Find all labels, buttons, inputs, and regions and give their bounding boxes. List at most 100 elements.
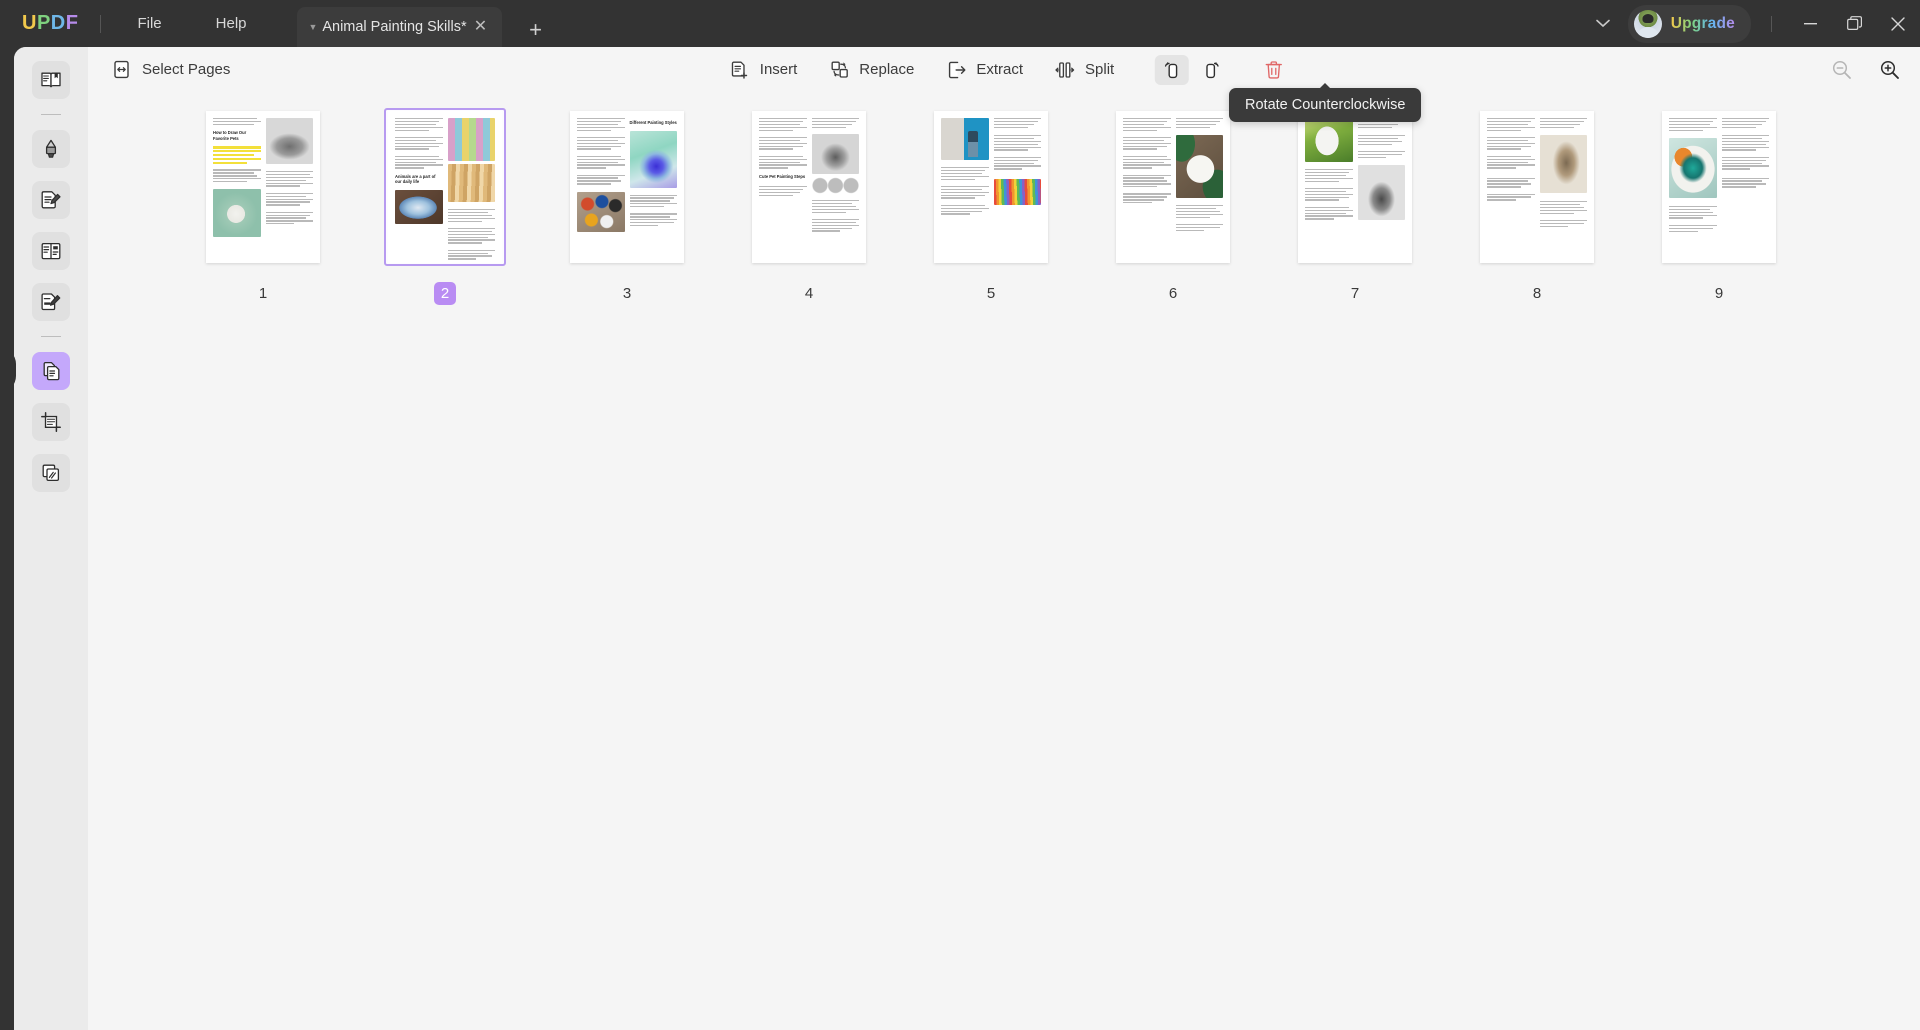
page-preview <box>1662 111 1776 263</box>
delete-pages-button[interactable] <box>1257 55 1291 85</box>
logo-divider <box>100 14 102 33</box>
sidebar-item-organize-pages[interactable] <box>32 352 70 390</box>
page-image <box>941 118 989 160</box>
page-heading: Animals are a part of our daily life <box>395 173 436 185</box>
extract-button[interactable]: Extract <box>933 53 1036 87</box>
page-thumbnail-cell[interactable]: 5 <box>900 108 1082 305</box>
left-tool-rail <box>14 47 88 1030</box>
page-thumbnail-frame[interactable]: Animals are a part of our daily life <box>384 108 506 266</box>
page-image <box>629 130 677 188</box>
sidebar-item-annotate-highlight[interactable] <box>32 130 70 168</box>
page-image <box>1539 134 1587 193</box>
rotate-clockwise-button[interactable] <box>1195 55 1229 85</box>
page-thumbnail-frame[interactable]: How to Draw Our Favorite Pets <box>202 108 324 266</box>
page-number: 9 <box>1714 285 1724 302</box>
more-options-chevron-icon[interactable] <box>1582 11 1624 36</box>
page-thumbnail-frame[interactable] <box>1476 108 1598 266</box>
page-image <box>1669 137 1717 198</box>
menu-file[interactable]: File <box>123 9 175 38</box>
magnifier-plus-icon <box>1879 59 1900 80</box>
organize-pages-icon <box>40 360 62 382</box>
sign-document-icon <box>40 291 62 313</box>
page-thumbnail-cell[interactable]: How to Draw Our Favorite Pets 1 <box>172 108 354 305</box>
page-number: 1 <box>258 285 268 302</box>
logo-letter-d: D <box>50 12 66 34</box>
page-number: 4 <box>804 285 814 302</box>
page-preview <box>1116 111 1230 263</box>
page-preview <box>934 111 1048 263</box>
page-number: 2 <box>433 282 457 305</box>
page-thumbnail-cell[interactable]: 9 <box>1628 108 1810 305</box>
insert-label: Insert <box>759 61 798 78</box>
rail-collapse-notch[interactable] <box>14 348 16 392</box>
crop-icon <box>40 411 62 433</box>
rail-divider-1 <box>41 114 61 115</box>
toolbar-left-group: Select Pages <box>102 54 240 85</box>
sidebar-item-batch-process[interactable] <box>32 454 70 492</box>
close-window-button[interactable] <box>1876 1 1920 47</box>
page-preview <box>1298 111 1412 263</box>
rail-divider-2 <box>41 336 61 337</box>
page-thumbnail-cell[interactable]: Different Painting Styles 3 <box>536 108 718 305</box>
chevron-down-icon[interactable]: ▼ <box>309 22 318 32</box>
pages-canvas[interactable]: How to Draw Our Favorite Pets 1 Animals … <box>88 92 1920 1030</box>
page-thumbnail-grid: How to Draw Our Favorite Pets 1 Animals … <box>172 108 1908 323</box>
page-thumbnail-cell[interactable]: 6 <box>1082 108 1264 305</box>
stacked-pages-icon <box>40 462 62 484</box>
page-number: 3 <box>622 285 632 302</box>
split-page-icon <box>1055 60 1075 80</box>
page-thumbnail-cell[interactable]: 7 <box>1264 108 1446 305</box>
select-pages-button[interactable]: Select Pages <box>102 54 240 85</box>
sidebar-item-reader[interactable] <box>32 61 70 99</box>
page-thumbnail-cell[interactable]: 8 <box>1446 108 1628 305</box>
maximize-button[interactable] <box>1832 1 1876 47</box>
page-preview: How to Draw Our Favorite Pets <box>206 111 320 263</box>
avatar <box>1633 9 1662 38</box>
page-image <box>213 189 261 238</box>
page-thumbnail-frame[interactable] <box>1112 108 1234 266</box>
page-number: 5 <box>986 285 996 302</box>
page-thumbnail-frame[interactable] <box>930 108 1052 266</box>
rotate-counterclockwise-button[interactable] <box>1155 54 1190 85</box>
sidebar-item-crop-pages[interactable] <box>32 403 70 441</box>
page-image <box>811 133 859 174</box>
page-thumbnail-frame[interactable] <box>1658 108 1780 266</box>
edit-document-icon <box>40 189 62 211</box>
page-image <box>811 176 859 194</box>
trash-icon <box>1264 60 1284 80</box>
zoom-out-button[interactable] <box>1824 55 1858 85</box>
magnifier-minus-icon <box>1831 59 1852 80</box>
insert-button[interactable]: Insert <box>717 53 811 87</box>
rotate-ccw-icon <box>1162 60 1182 80</box>
zoom-in-button[interactable] <box>1872 55 1906 85</box>
sidebar-item-page-layout[interactable] <box>32 232 70 270</box>
page-image <box>395 189 443 224</box>
minimize-button[interactable] <box>1788 1 1832 47</box>
page-thumbnail-frame[interactable] <box>1294 108 1416 266</box>
page-thumbnail-frame[interactable]: Different Painting Styles <box>566 108 688 266</box>
menu-help[interactable]: Help <box>202 9 261 38</box>
sidebar-item-edit-pdf[interactable] <box>32 181 70 219</box>
logo-letter-p: P <box>36 12 51 34</box>
book-reader-icon <box>40 69 62 91</box>
logo-letter-u: U <box>22 12 37 34</box>
page-thumbnail-cell[interactable]: Animals are a part of our daily life 2 <box>354 108 536 305</box>
close-icon[interactable]: ✕ <box>472 19 490 35</box>
page-image <box>993 178 1041 205</box>
rotate-counterclockwise-tooltip: Rotate Counterclockwise <box>1229 88 1422 122</box>
toolbar-right-group <box>1824 55 1906 85</box>
upgrade-button[interactable]: Upgrade <box>1627 4 1751 43</box>
insert-page-icon <box>730 60 750 80</box>
replace-button[interactable]: Replace <box>816 53 927 87</box>
page-thumbnail-frame[interactable]: Cute Pet Painting Steps <box>748 108 870 266</box>
split-button[interactable]: Split <box>1042 53 1127 87</box>
new-tab-button[interactable]: + <box>524 19 548 41</box>
page-thumbnail-cell[interactable]: Cute Pet Painting Steps 4 <box>718 108 900 305</box>
page-image <box>1357 165 1405 221</box>
page-preview <box>1480 111 1594 263</box>
page-image <box>577 191 625 232</box>
document-tab[interactable]: ▼ Animal Painting Skills* ✕ <box>296 7 502 47</box>
page-number: 6 <box>1168 285 1178 302</box>
page-image <box>265 118 313 164</box>
sidebar-item-fill-and-sign[interactable] <box>32 283 70 321</box>
